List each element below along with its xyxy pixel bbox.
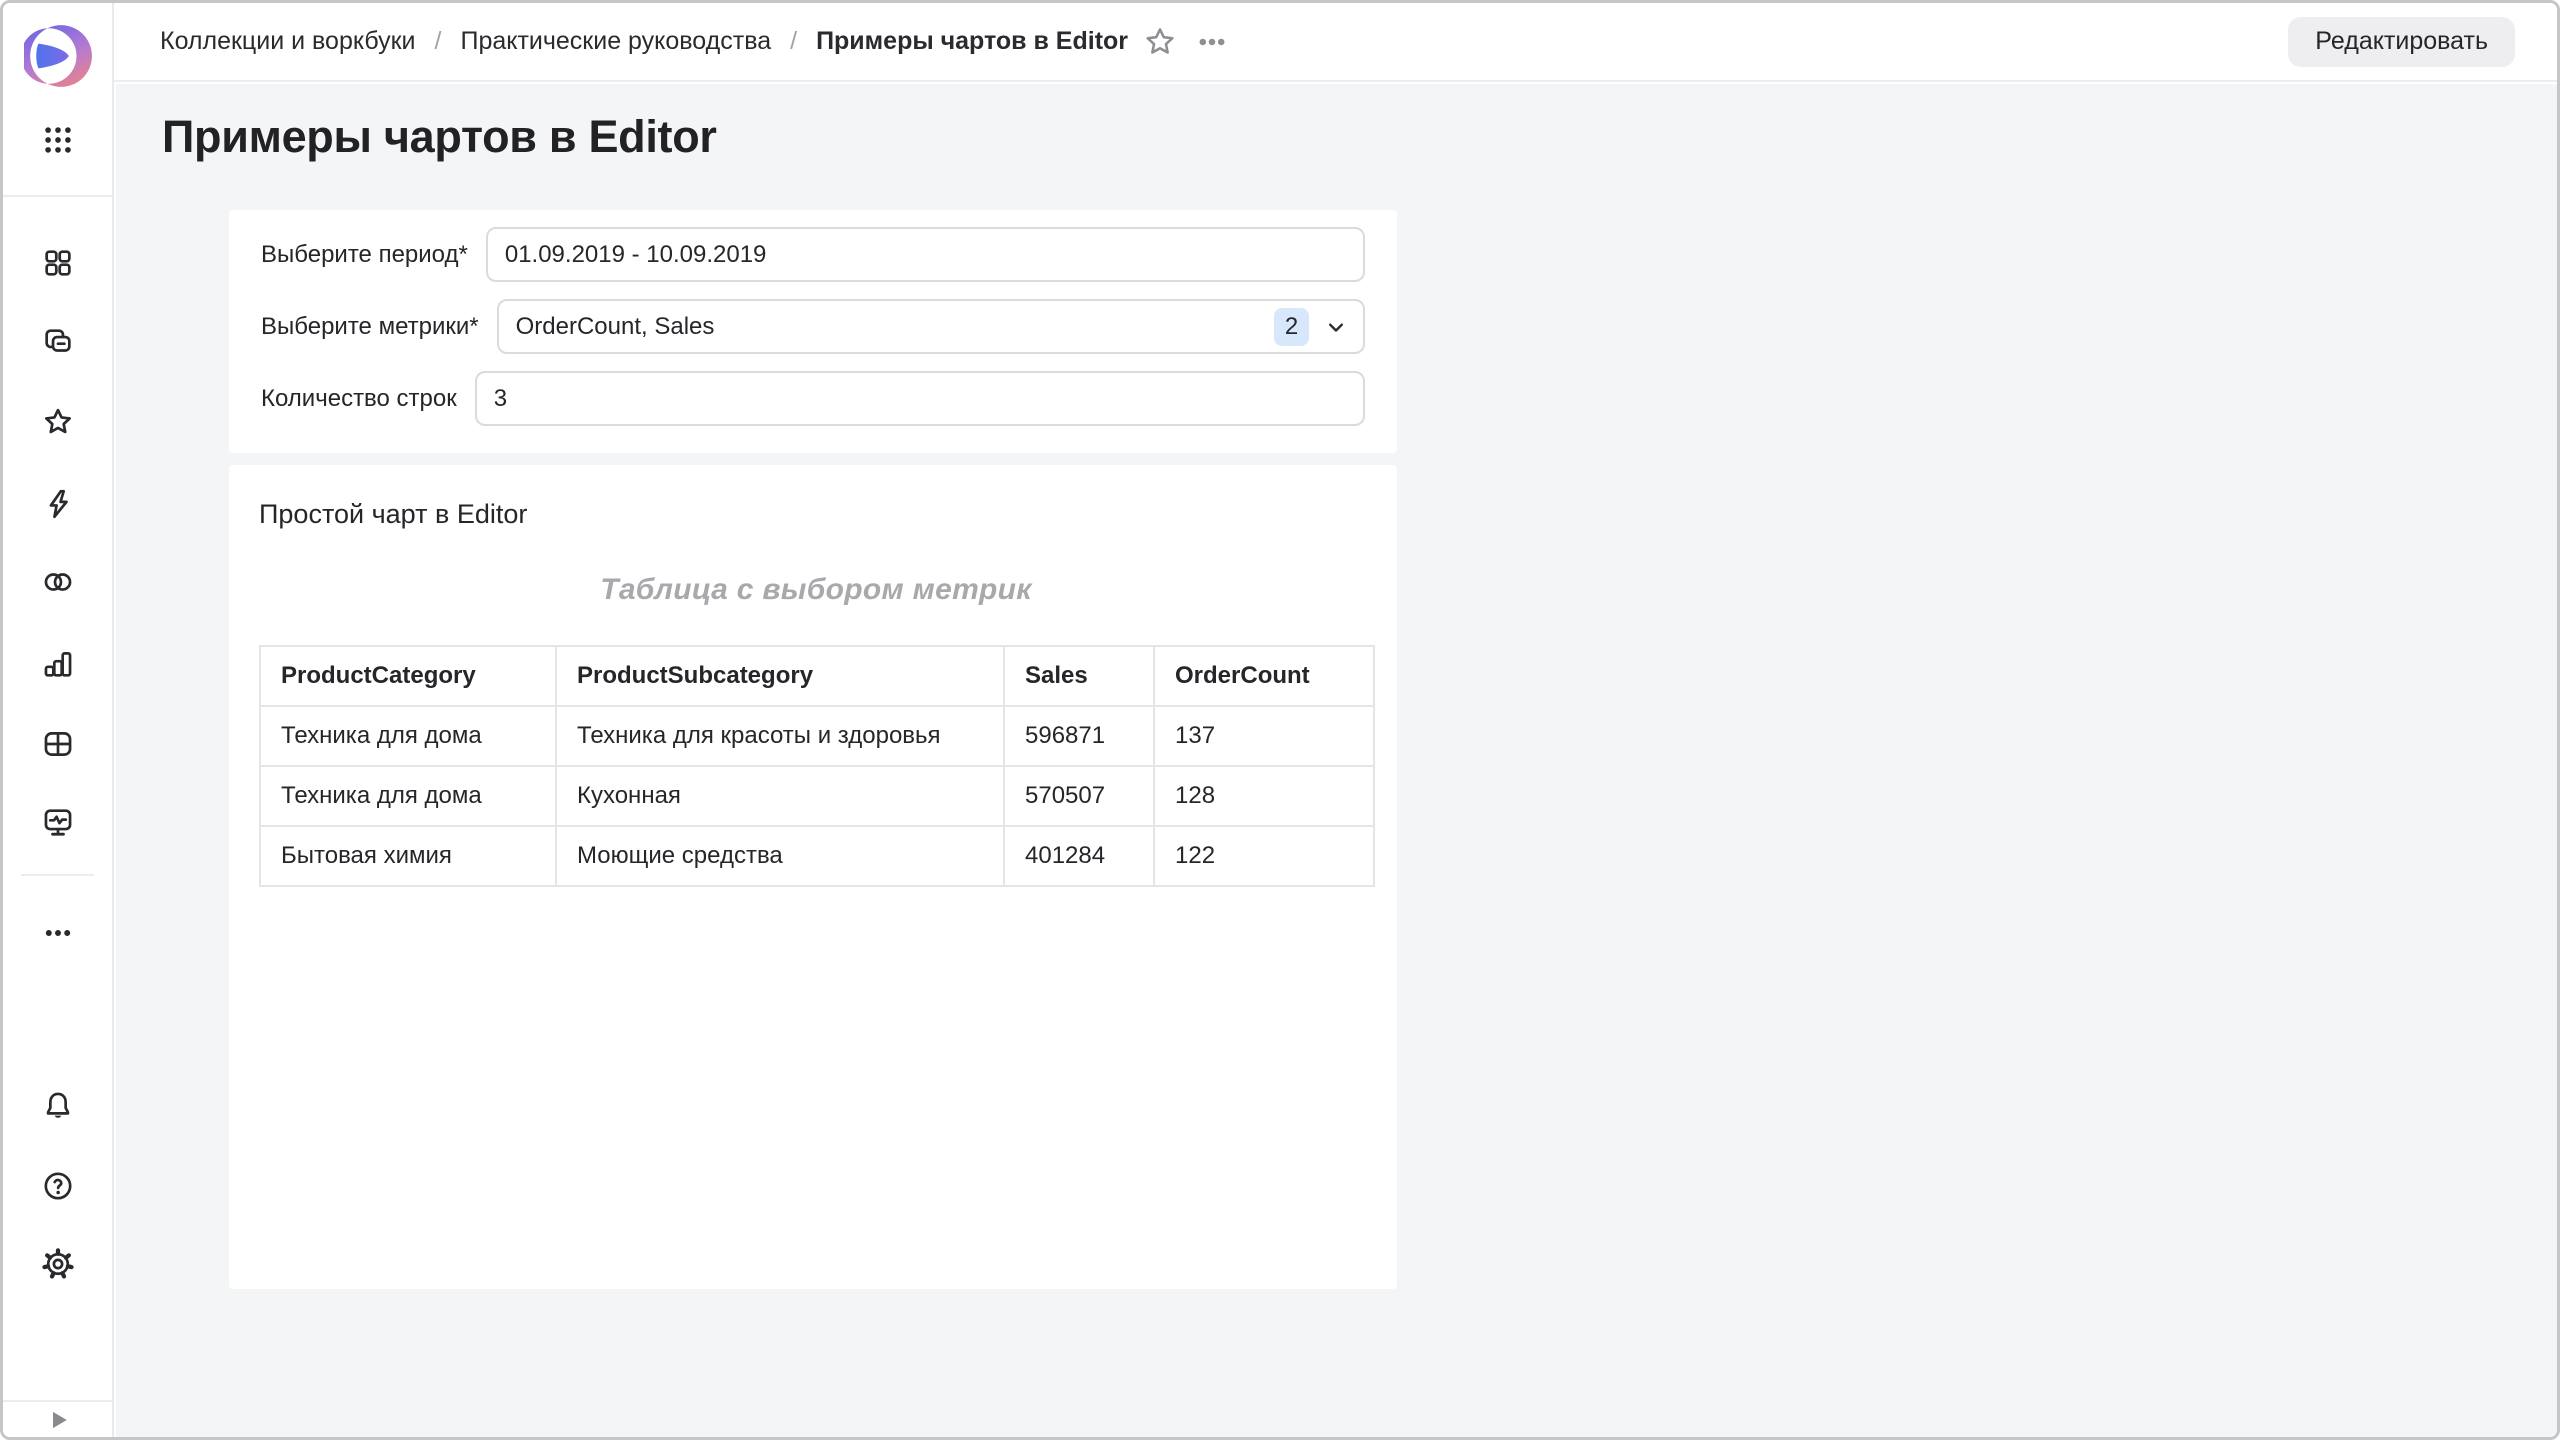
- column-header-product-subcategory: ProductSubcategory: [556, 646, 1004, 706]
- sidebar: [3, 3, 114, 1437]
- more-ellipsis-icon[interactable]: [35, 910, 81, 956]
- metrics-select-value: OrderCount, Sales: [516, 313, 1274, 341]
- metrics-select[interactable]: OrderCount, Sales 2: [497, 299, 1365, 354]
- chevron-down-icon: [1322, 313, 1350, 341]
- datalens-logo-icon[interactable]: [24, 19, 94, 93]
- chart-card: Простой чарт в Editor Таблица с выбором …: [229, 465, 1397, 1289]
- selectors-card: Выберите период* Выберите метрики* Order…: [229, 210, 1397, 453]
- period-label: Выберите период*: [261, 241, 468, 269]
- breadcrumb-separator: /: [790, 27, 797, 56]
- app-window: Коллекции и воркбуки / Практические руко…: [0, 0, 2560, 1440]
- sidebar-divider: [3, 195, 112, 197]
- table-cell: 137: [1154, 706, 1374, 766]
- breadcrumb-guides[interactable]: Практические руководства: [460, 27, 771, 56]
- notifications-bell-icon[interactable]: [35, 1083, 81, 1129]
- favorite-star-icon[interactable]: [1138, 20, 1182, 64]
- period-control-row: Выберите период*: [261, 227, 1365, 282]
- period-input[interactable]: [486, 227, 1365, 282]
- rows-count-control-row: Количество строк: [261, 371, 1365, 426]
- sidebar-divider: [21, 874, 94, 876]
- table-cell: Моющие средства: [556, 826, 1004, 886]
- apps-grid-icon[interactable]: [35, 117, 81, 163]
- metrics-label: Выберите метрики*: [261, 313, 479, 341]
- top-header: Коллекции и воркбуки / Практические руко…: [114, 3, 2557, 82]
- breadcrumb: Коллекции и воркбуки / Практические руко…: [160, 27, 1128, 56]
- chart-title: Таблица с выбором метрик: [259, 571, 1373, 609]
- rows-count-input[interactable]: [475, 371, 1365, 426]
- table-cell: 401284: [1004, 826, 1154, 886]
- breadcrumb-current-page: Примеры чартов в Editor: [816, 27, 1128, 56]
- page-title: Примеры чартов в Editor: [162, 108, 717, 166]
- breadcrumb-collections[interactable]: Коллекции и воркбуки: [160, 27, 416, 56]
- more-actions-icon[interactable]: [1190, 20, 1234, 64]
- breadcrumb-separator: /: [435, 27, 442, 56]
- collections-icon[interactable]: [35, 240, 81, 286]
- table-row: Бытовая химия Моющие средства 401284 122: [260, 826, 1374, 886]
- table-cell: Техника для дома: [260, 706, 556, 766]
- table-cell: 570507: [1004, 766, 1154, 826]
- edit-button[interactable]: Редактировать: [2288, 17, 2515, 67]
- dashboards-icon[interactable]: [35, 721, 81, 767]
- table-cell: 128: [1154, 766, 1374, 826]
- data-table: ProductCategory ProductSubcategory Sales…: [259, 645, 1375, 887]
- table-cell: Техника для красоты и здоровья: [556, 706, 1004, 766]
- expand-sidebar-icon[interactable]: [35, 1397, 81, 1440]
- help-question-icon[interactable]: [35, 1163, 81, 1209]
- table-cell: Бытовая химия: [260, 826, 556, 886]
- table-cell: Кухонная: [556, 766, 1004, 826]
- table-cell: Техника для дома: [260, 766, 556, 826]
- workbooks-icon[interactable]: [35, 319, 81, 365]
- table-cell: 596871: [1004, 706, 1154, 766]
- table-row: Техника для дома Техника для красоты и з…: [260, 706, 1374, 766]
- favorites-star-icon[interactable]: [35, 399, 81, 445]
- editor-monitor-icon[interactable]: [35, 799, 81, 845]
- column-header-product-category: ProductCategory: [260, 646, 556, 706]
- table-header-row: ProductCategory ProductSubcategory Sales…: [260, 646, 1374, 706]
- column-header-order-count: OrderCount: [1154, 646, 1374, 706]
- settings-gear-icon[interactable]: [35, 1241, 81, 1287]
- table-row: Техника для дома Кухонная 570507 128: [260, 766, 1374, 826]
- chart-card-title: Простой чарт в Editor: [259, 497, 1367, 531]
- connections-icon[interactable]: [35, 559, 81, 605]
- metrics-count-badge: 2: [1274, 308, 1309, 346]
- quick-actions-lightning-icon[interactable]: [35, 481, 81, 527]
- charts-icon[interactable]: [35, 641, 81, 687]
- table-cell: 122: [1154, 826, 1374, 886]
- column-header-sales: Sales: [1004, 646, 1154, 706]
- page-content: Примеры чартов в Editor Выберите период*…: [116, 84, 2557, 1437]
- rows-count-label: Количество строк: [261, 385, 457, 413]
- metrics-control-row: Выберите метрики* OrderCount, Sales 2: [261, 299, 1365, 354]
